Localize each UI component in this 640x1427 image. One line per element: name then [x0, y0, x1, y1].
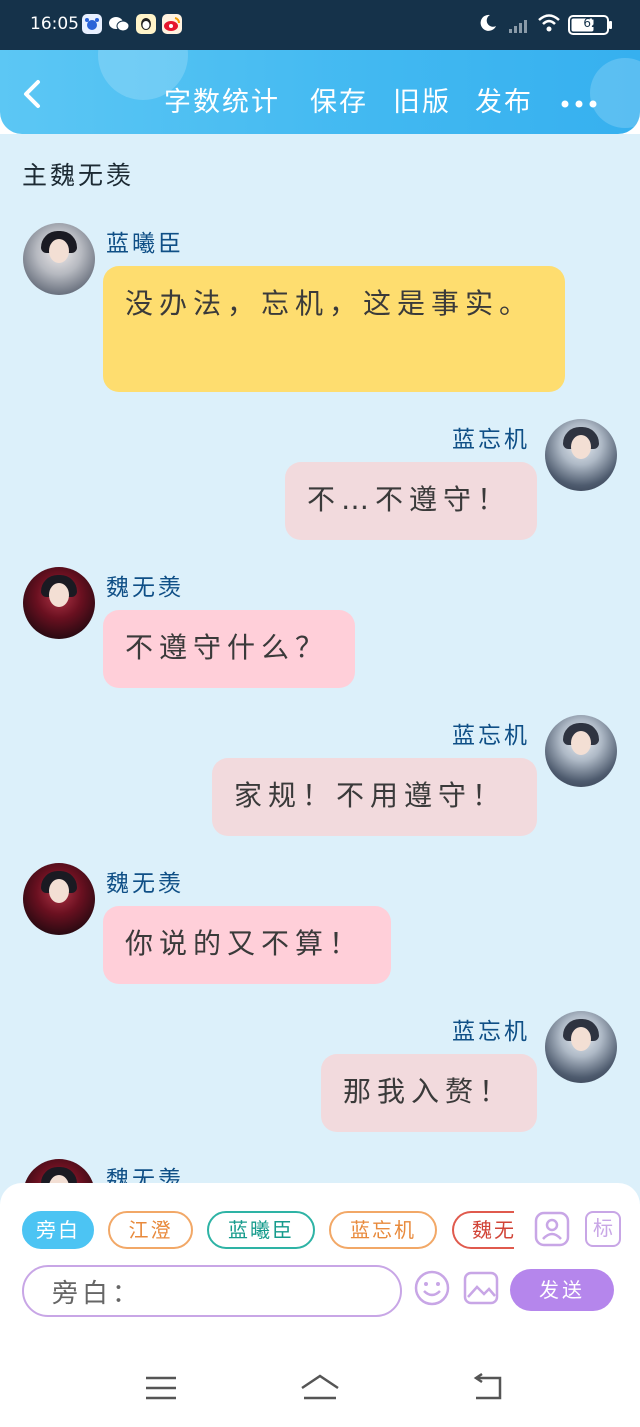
speaker-name: 魏无羡 [106, 871, 184, 897]
send-button[interactable]: 发送 [510, 1269, 614, 1311]
emoji-button[interactable] [413, 1269, 451, 1311]
back-nav-button[interactable] [470, 1372, 510, 1406]
contact-card-icon [534, 1211, 570, 1247]
speaker-name: 蓝忘机 [452, 427, 530, 453]
image-icon [463, 1271, 499, 1305]
old-version-button[interactable]: 旧版 [393, 80, 451, 119]
back-button[interactable] [18, 78, 50, 110]
status-bar: 16:05 62 [0, 0, 640, 50]
publish-button[interactable]: 发布 [475, 80, 533, 119]
message-bubble[interactable]: 不…不遵守！ [285, 462, 537, 540]
word-count-button[interactable]: 字数统计 [164, 80, 280, 119]
baidu-icon [82, 14, 102, 34]
status-time: 16:05 [30, 14, 79, 34]
role-chip-lanwangji[interactable]: 蓝忘机 [329, 1211, 437, 1249]
avatar[interactable] [545, 1011, 617, 1083]
speaker-name: 蓝忘机 [452, 1019, 530, 1045]
avatar[interactable] [23, 863, 95, 935]
system-nav-bar [0, 1352, 640, 1427]
speaker-name: 魏无羡 [106, 575, 184, 601]
speaker-name: 蓝曦臣 [106, 231, 184, 257]
top-toolbar: 字数统计 保存 旧版 发布 [0, 50, 640, 134]
menu-icon [146, 1376, 176, 1400]
main-character-label: 主魏无羡 [22, 161, 135, 190]
emoji-icon [414, 1270, 450, 1306]
image-button[interactable] [462, 1269, 500, 1311]
home-icon [301, 1374, 339, 1400]
message-input[interactable] [22, 1265, 402, 1317]
signal-icon [508, 16, 532, 38]
role-chip-narrator[interactable]: 旁白 [22, 1211, 94, 1249]
input-panel: 旁白 江澄 蓝曦臣 蓝忘机 魏无 标 发送 [0, 1183, 640, 1320]
battery-level: 62 [583, 16, 599, 30]
save-button[interactable]: 保存 [310, 80, 368, 119]
more-dots-icon [561, 100, 597, 108]
role-chip-jiangcheng[interactable]: 江澄 [108, 1211, 193, 1249]
avatar[interactable] [545, 419, 617, 491]
tag-button[interactable]: 标 [585, 1211, 621, 1247]
weibo-icon [162, 14, 182, 34]
chevron-left-icon [24, 80, 40, 108]
message-bubble[interactable]: 家规！不用遵守！ [212, 758, 537, 836]
moon-icon [478, 12, 498, 38]
chat-area[interactable]: 主魏无羡 蓝曦臣 没办法，忘机，这是事实。 蓝忘机 不…不遵守！ 魏无羡 不遵守… [0, 134, 640, 1320]
message-bubble[interactable]: 那我入赘！ [321, 1054, 537, 1132]
speaker-name: 蓝忘机 [452, 723, 530, 749]
message-bubble[interactable]: 不遵守什么？ [103, 610, 355, 688]
avatar[interactable] [23, 223, 95, 295]
home-button[interactable] [298, 1372, 339, 1406]
contact-card-button[interactable] [534, 1211, 570, 1251]
menu-button[interactable] [143, 1372, 183, 1406]
more-button[interactable] [560, 94, 600, 108]
qq-icon [136, 14, 156, 34]
back-icon [473, 1372, 502, 1400]
message-bubble[interactable]: 没办法，忘机，这是事实。 [103, 266, 565, 392]
wechat-icon [108, 14, 130, 34]
wifi-icon [537, 12, 561, 38]
avatar[interactable] [23, 567, 95, 639]
message-bubble[interactable]: 你说的又不算！ [103, 906, 391, 984]
role-chip-lanxichen[interactable]: 蓝曦臣 [207, 1211, 315, 1249]
role-chip-weiwuxian[interactable]: 魏无 [452, 1211, 514, 1249]
avatar[interactable] [545, 715, 617, 787]
